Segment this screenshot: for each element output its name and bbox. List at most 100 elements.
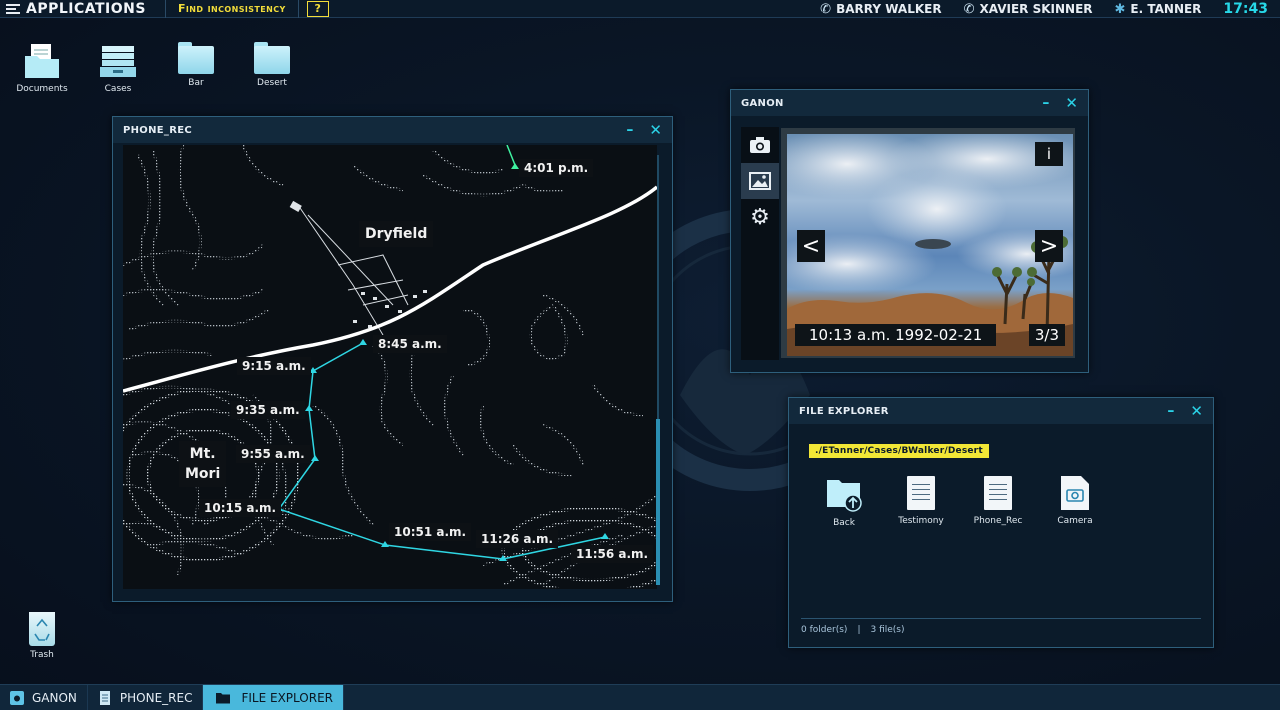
folder-icon xyxy=(254,42,290,74)
hamburger-icon xyxy=(6,3,20,14)
timestamp-label: 10:15 a.m. xyxy=(199,499,282,517)
gallery-tool-button[interactable] xyxy=(741,163,779,199)
documents-folder-icon xyxy=(25,44,59,78)
desktop-icon-desert[interactable]: Desert xyxy=(232,42,312,88)
task-phone-rec[interactable]: PHONE_REC xyxy=(88,685,204,710)
photo-timestamp: 10:13 a.m. 1992-02-21 xyxy=(795,324,997,346)
desktop-icon-documents[interactable]: Documents xyxy=(2,42,82,94)
clock: 17:43 xyxy=(1223,1,1268,17)
taskbar: GANON PHONE_REC FILE EXPLORER xyxy=(0,684,1280,710)
close-button[interactable]: ✕ xyxy=(649,121,662,139)
minimize-button[interactable]: – xyxy=(626,122,633,138)
recycle-symbol xyxy=(34,618,50,641)
window-title: GANON xyxy=(741,97,784,109)
timestamp-label: 10:51 a.m. xyxy=(389,523,472,541)
desktop-icon-label: Desert xyxy=(257,78,287,88)
desert-photo-scene xyxy=(787,134,1073,356)
file-item-camera[interactable]: Camera xyxy=(1040,476,1110,526)
photo-viewer: i < > 10:13 a.m. 1992-02-21 3/3 xyxy=(781,128,1075,358)
contact-name: E. TANNER xyxy=(1130,2,1202,16)
ganon-toolbar: ⚙ xyxy=(741,127,779,360)
window-title: FILE EXPLORER xyxy=(799,405,889,417)
timestamp-label: 11:56 a.m. xyxy=(571,545,654,563)
file-item-label: Testimony xyxy=(898,516,944,526)
camera-icon xyxy=(10,690,24,705)
document-icon xyxy=(99,690,110,705)
timestamp-label: 4:01 p.m. xyxy=(519,159,594,177)
task-label: GANON xyxy=(32,690,77,705)
file-item-label: Phone_Rec xyxy=(973,516,1023,526)
timestamp-label: 9:55 a.m. xyxy=(236,445,310,463)
minimize-button[interactable]: – xyxy=(1042,95,1049,111)
phone-icon: ✆ xyxy=(820,1,832,17)
desktop-icon-cases[interactable]: Cases xyxy=(78,42,158,94)
photo-index: 3/3 xyxy=(1028,324,1065,346)
settings-tool-button[interactable]: ⚙ xyxy=(741,199,779,235)
phone-icon: ✆ xyxy=(963,1,975,17)
contact-name: XAVIER SKINNER xyxy=(979,2,1093,16)
timestamp-label: 8:45 a.m. xyxy=(373,335,447,353)
trash-label: Trash xyxy=(30,650,54,660)
phone-rec-window: PHONE_REC – ✕ Dryfield Mt. Mori 4:01 p.m… xyxy=(112,116,673,602)
path-breadcrumb: ./ETanner/Cases/BWalker/Desert xyxy=(809,444,989,458)
desktop-icon-label: Documents xyxy=(16,84,68,94)
timestamp-label: 11:26 a.m. xyxy=(476,530,559,548)
applications-label: APPLICATIONS xyxy=(26,0,146,17)
scrollbar-thumb[interactable] xyxy=(656,419,660,585)
close-button[interactable]: ✕ xyxy=(1190,402,1203,420)
folder-icon xyxy=(216,692,231,703)
file-item-phone-rec[interactable]: Phone_Rec xyxy=(963,476,1033,526)
contacts-bar: ✆ BARRY WALKER ✆ XAVIER SKINNER ✱ E. TAN… xyxy=(820,0,1280,18)
task-label: PHONE_REC xyxy=(119,690,193,705)
desktop-icon-label: Bar xyxy=(188,78,204,88)
contact-xavier-skinner[interactable]: ✆ XAVIER SKINNER xyxy=(964,2,1093,17)
status-separator: | xyxy=(857,625,861,635)
camera-file-icon xyxy=(1061,476,1089,510)
applications-menu-button[interactable]: APPLICATIONS xyxy=(0,0,166,18)
desktop-icon-bar[interactable]: Bar xyxy=(156,42,236,88)
chevron-right-icon: > xyxy=(1039,233,1059,259)
cases-drawer-icon xyxy=(100,46,136,77)
chevron-left-icon: < xyxy=(801,233,821,259)
camera-icon xyxy=(750,137,770,153)
contact-name: BARRY WALKER xyxy=(836,2,942,16)
topographic-map[interactable]: Dryfield Mt. Mori 4:01 p.m. 8:45 a.m. 9:… xyxy=(123,145,657,589)
minimize-button[interactable]: – xyxy=(1167,403,1174,419)
desktop-icon-trash[interactable]: Trash xyxy=(22,612,62,660)
file-item-testimony[interactable]: Testimony xyxy=(886,476,956,526)
file-item-label: Back xyxy=(833,518,855,528)
gear-icon: ⚙ xyxy=(750,204,770,230)
file-explorer-window: FILE EXPLORER – ✕ ./ETanner/Cases/BWalke… xyxy=(788,397,1214,648)
file-count: 3 file(s) xyxy=(870,625,905,635)
window-titlebar[interactable]: FILE EXPLORER – ✕ xyxy=(789,398,1213,424)
find-inconsistency-button[interactable]: Find inconsistency xyxy=(166,0,299,18)
file-item-back[interactable]: Back xyxy=(809,476,879,528)
previous-photo-button[interactable]: < xyxy=(797,230,825,262)
desktop-icon-label: Cases xyxy=(104,84,132,94)
camera-tool-button[interactable] xyxy=(741,127,779,163)
recycle-bin-icon xyxy=(29,612,55,646)
explorer-status: 0 folder(s) | 3 file(s) xyxy=(801,618,1201,635)
task-file-explorer[interactable]: FILE EXPLORER xyxy=(203,685,344,710)
verified-badge-icon: ✱ xyxy=(1114,1,1126,17)
help-button[interactable]: ? xyxy=(306,0,329,17)
place-label-line: Mori xyxy=(185,466,221,482)
top-bar: APPLICATIONS Find inconsistency ? ✆ BARR… xyxy=(0,0,1280,18)
place-label-line: Mt. xyxy=(189,446,216,462)
folder-count: 0 folder(s) xyxy=(801,625,848,635)
close-button[interactable]: ✕ xyxy=(1065,94,1078,112)
photo-image: i < > 10:13 a.m. 1992-02-21 3/3 xyxy=(787,134,1073,356)
folder-up-icon xyxy=(827,480,862,512)
next-photo-button[interactable]: > xyxy=(1035,230,1063,262)
contact-barry-walker[interactable]: ✆ BARRY WALKER xyxy=(820,2,941,17)
document-icon xyxy=(907,476,935,510)
contact-e-tanner[interactable]: ✱ E. TANNER xyxy=(1115,2,1202,17)
task-ganon[interactable]: GANON xyxy=(0,685,88,710)
timestamp-label: 9:35 a.m. xyxy=(231,401,305,419)
info-button[interactable]: i xyxy=(1035,142,1063,166)
window-titlebar[interactable]: GANON – ✕ xyxy=(731,90,1088,116)
ganon-window: GANON – ✕ ⚙ i < > 10:13 a.m. 1992-02-21 … xyxy=(730,89,1089,373)
folder-icon xyxy=(178,42,214,74)
file-item-label: Camera xyxy=(1057,516,1093,526)
window-titlebar[interactable]: PHONE_REC – ✕ xyxy=(113,117,672,143)
